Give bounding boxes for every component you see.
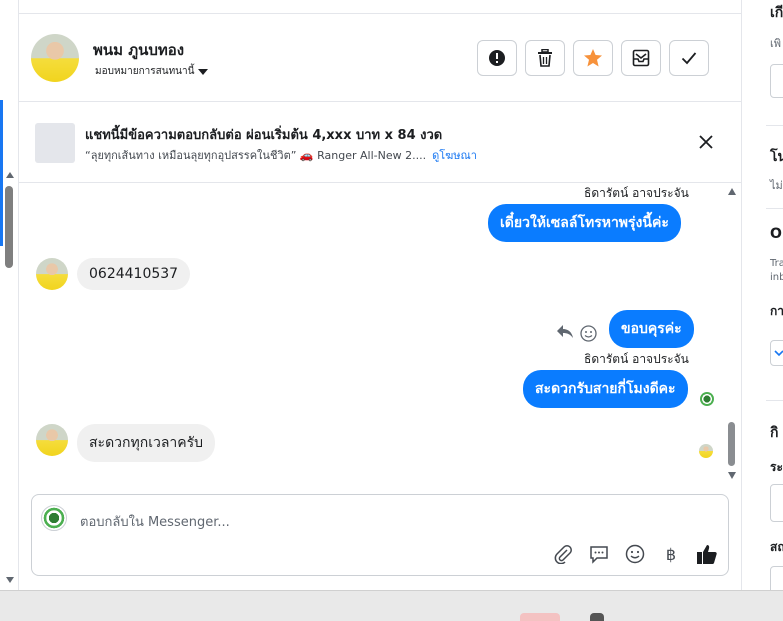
section-subtitle: เพิ [770,37,782,50]
divider [766,125,783,126]
section-title: โน [770,149,783,165]
taskbar-item[interactable] [520,613,560,621]
section-subtitle: Tra [770,258,783,269]
mark-done-button[interactable] [669,40,709,76]
trash-icon [538,49,552,67]
thread-scrollbar-thumb[interactable] [728,422,735,466]
star-button[interactable] [573,40,613,76]
outgoing-message[interactable]: ขอบคุรค่ะ [609,310,694,348]
contact-name[interactable]: พนม ภูนบทอง [93,38,184,62]
scroll-up-arrow-icon[interactable] [728,188,736,195]
composer-tools: ฿ [552,543,718,565]
contact-avatar-small [36,424,68,456]
outgoing-message[interactable]: สะดวกรับสายกี่โมงดีคะ [523,370,688,408]
payment-button[interactable]: ฿ [660,543,682,565]
scroll-down-arrow-icon[interactable] [6,577,14,583]
mark-spam-button[interactable] [477,40,517,76]
detail-input[interactable] [770,566,783,590]
attach-button[interactable] [552,543,574,565]
ad-context-banner: แชทนี้มีข้อความตอบกลับต่อ ผ่อนเริ่มต้น 4… [19,103,741,183]
reply-input[interactable]: ตอบกลับใน Messenger... [80,511,230,532]
header-actions [477,40,709,76]
ad-title: แชทนี้มีข้อความตอบกลับต่อ ผ่อนเริ่มต้น 4… [85,128,443,143]
seen-by-page-avatar [700,392,714,406]
contact-details-panel: เกี เพิ โน ไม่ Or Tra inb กา กิ ระ สถ [741,0,783,590]
field-label: กา [770,304,783,318]
delete-button[interactable] [525,40,565,76]
baht-icon: ฿ [665,544,677,564]
attach-icon [554,545,572,564]
thumbs-up-icon [697,545,717,564]
conversation-header: พนม ภูนบทอง มอบหมายการสนทนานี้ [19,13,741,102]
assign-conversation-dropdown[interactable]: มอบหมายการสนทนานี้ [95,64,209,79]
section-subtitle: ไม่ [770,179,783,192]
ad-subtitle-text: “ลุยทุกเส้นทาง เหมือนลุยทุกอุปสรรคในชีวิ… [85,149,427,162]
caret-down-icon [198,68,209,75]
sender-name: ธิดารัตน์ อาจประจัน [584,352,689,366]
detail-input[interactable] [770,64,783,98]
emoji-button[interactable] [624,543,646,565]
close-banner-button[interactable] [695,131,717,153]
page-avatar [41,505,67,531]
react-emoji-icon[interactable] [580,325,597,342]
taskbar-strip [0,590,783,621]
emoji-icon [625,544,645,564]
star-icon [584,49,602,67]
field-label: สถ [770,540,783,554]
close-icon [699,135,713,149]
check-icon [681,52,697,65]
message-composer[interactable]: ตอบกลับใน Messenger... ฿ [31,494,729,576]
ad-thumbnail [35,123,75,163]
mark-unread-icon [632,49,650,67]
sender-name: ธิดารัตน์ อาจประจัน [584,186,689,200]
divider [766,400,783,401]
dropdown-field[interactable] [770,340,783,366]
chevron-down-icon [774,350,783,357]
like-button[interactable] [696,543,718,565]
field-label: ระ [770,460,783,474]
message-thread: ธิดารัตน์ อาจประจัน เดี๋ยวให้เซลล์โทรหาพ… [19,184,741,490]
ad-subtitle: “ลุยทุกเส้นทาง เหมือนลุยทุกอุปสรรคในชีวิ… [85,146,477,164]
saved-reply-button[interactable] [588,543,610,565]
thread-scrollbar[interactable] [726,186,738,482]
section-title: กิ [770,425,779,441]
contact-avatar-small [36,258,68,290]
list-scrollbar-thumb[interactable] [5,186,13,268]
saved-reply-icon [590,546,608,564]
section-subtitle: inb [770,272,783,283]
divider [766,208,783,209]
section-title: Or [770,226,783,242]
scroll-up-arrow-icon[interactable] [6,172,14,178]
detail-input[interactable] [770,484,783,522]
reply-icon[interactable] [556,324,574,340]
outgoing-message[interactable]: เดี๋ยวให้เซลล์โทรหาพรุ่งนี้ค่ะ [488,204,681,242]
conversation-panel: พนม ภูนบทอง มอบหมายการสนทนานี้ แชทนี้มีข… [19,0,741,590]
taskbar-item[interactable] [590,613,604,621]
conversation-list-edge [0,0,19,590]
incoming-message[interactable]: 0624410537 [77,258,191,290]
view-ad-link[interactable]: ดูโฆษณา [432,149,477,162]
selected-indicator [0,100,3,246]
section-title: เกี [770,5,783,21]
incoming-message[interactable]: สะดวกทุกเวลาครับ [77,424,216,462]
scroll-down-arrow-icon[interactable] [728,472,736,479]
seen-by-contact-avatar [699,444,713,458]
contact-avatar[interactable] [31,34,79,82]
alert-icon [489,50,505,66]
inbox-screen: พนม ภูนบทอง มอบหมายการสนทนานี้ แชทนี้มีข… [0,0,783,621]
assign-label: มอบหมายการสนทนานี้ [95,66,195,77]
mark-unread-button[interactable] [621,40,661,76]
